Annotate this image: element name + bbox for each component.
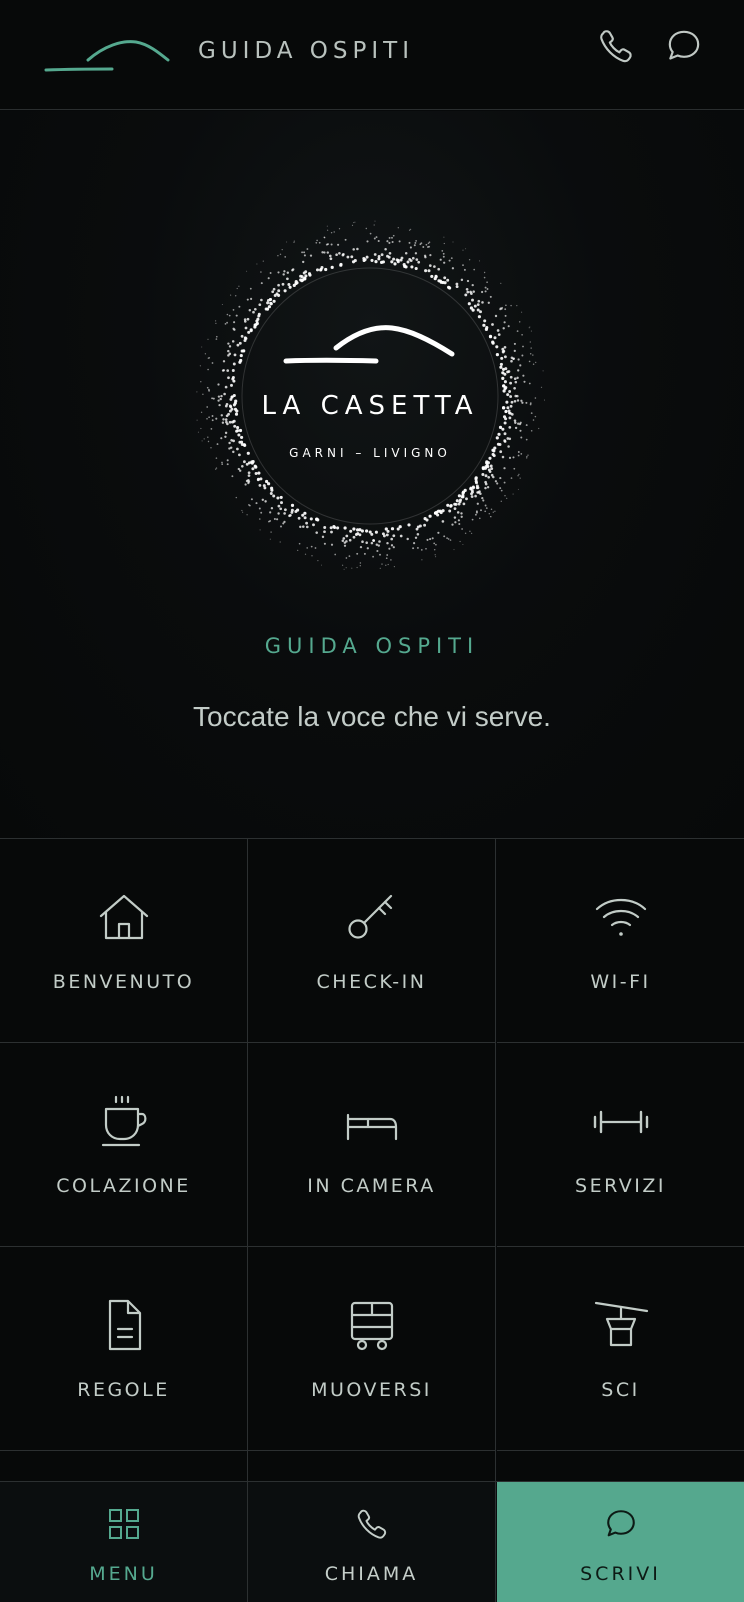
tile-in-camera[interactable]: IN CAMERA <box>248 1043 496 1247</box>
emblem-tagline: GARNI – LIVIGNO <box>289 446 451 460</box>
header-call-button[interactable] <box>596 26 636 66</box>
document-icon <box>108 1299 141 1351</box>
header-chat-button[interactable] <box>664 26 704 66</box>
ski-lift-icon <box>594 1301 648 1347</box>
tile-regole[interactable]: REGOLE <box>0 1247 248 1451</box>
tile-label: MUOVERSI <box>311 1379 432 1401</box>
menu-button[interactable]: MENU <box>0 1482 248 1602</box>
emblem-mountain-icon <box>333 325 455 357</box>
tile-muoversi[interactable]: MUOVERSI <box>248 1247 496 1451</box>
phone-icon <box>357 1509 386 1539</box>
menu-label: MENU <box>89 1563 158 1585</box>
grid-icon <box>108 1509 139 1539</box>
phone-icon <box>600 30 632 63</box>
chat-bubble-icon <box>606 1510 635 1537</box>
call-label: CHIAMA <box>324 1563 419 1585</box>
tile-partial <box>0 1451 248 1482</box>
tile-partial <box>497 1451 744 1482</box>
house-icon <box>99 894 148 940</box>
tile-partial <box>248 1451 496 1482</box>
hero-kicker: GUIDA OSPITI <box>264 634 480 658</box>
bus-icon <box>350 1301 393 1351</box>
tile-label: COLAZIONE <box>56 1175 191 1197</box>
write-button[interactable]: SCRIVI <box>497 1482 744 1602</box>
tile-label: WI-FI <box>590 971 651 993</box>
tile-label: SCI <box>601 1379 640 1401</box>
write-label: SCRIVI <box>580 1563 661 1585</box>
tile-label: SERVIZI <box>575 1175 666 1197</box>
key-icon <box>347 894 392 939</box>
tile-wifi[interactable]: WI-FI <box>497 839 744 1043</box>
tile-label: CHECK-IN <box>316 971 427 993</box>
chat-bubble-icon <box>668 30 700 60</box>
tile-servizi[interactable]: SERVIZI <box>497 1043 744 1247</box>
hero-subtitle: Toccate la voce che vi serve. <box>193 701 551 732</box>
tile-label: IN CAMERA <box>307 1175 436 1197</box>
tile-colazione[interactable]: COLAZIONE <box>0 1043 248 1247</box>
hero-section: LA CASETTA GARNI – LIVIGNO GUIDA OSPITI … <box>0 111 744 838</box>
la-casetta-emblem: LA CASETTA GARNI – LIVIGNO <box>196 220 546 570</box>
menu-grid: BENVENUTO CHECK-IN WI-FI COLAZIONE IN CA… <box>0 838 744 1482</box>
mountain-logo-icon <box>44 40 170 72</box>
tile-check-in[interactable]: CHECK-IN <box>248 839 496 1043</box>
wifi-icon <box>595 898 646 936</box>
tile-sci[interactable]: SCI <box>497 1247 744 1451</box>
header-title: GUIDA OSPITI <box>198 38 414 64</box>
bed-icon <box>346 1113 397 1141</box>
top-header: GUIDA OSPITI <box>0 0 744 110</box>
coffee-cup-icon <box>101 1095 146 1147</box>
call-button[interactable]: CHIAMA <box>248 1482 496 1602</box>
bottom-action-bar: MENU CHIAMA SCRIVI <box>0 1481 744 1602</box>
dumbbell-icon <box>593 1110 648 1134</box>
tile-label: REGOLE <box>77 1379 170 1401</box>
tile-label: BENVENUTO <box>52 971 195 993</box>
tile-benvenuto[interactable]: BENVENUTO <box>0 839 248 1043</box>
emblem-brand-name: LA CASETTA <box>261 391 478 421</box>
